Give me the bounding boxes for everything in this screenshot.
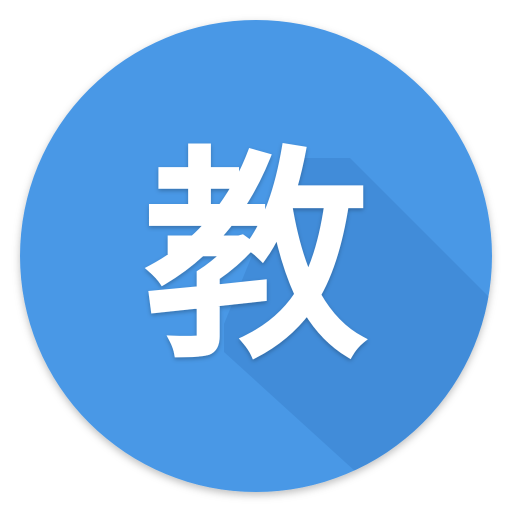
icon-glyph: 教	[144, 128, 369, 390]
app-icon[interactable]: 教	[0, 0, 512, 512]
app-icon-canvas: 教	[0, 0, 512, 512]
